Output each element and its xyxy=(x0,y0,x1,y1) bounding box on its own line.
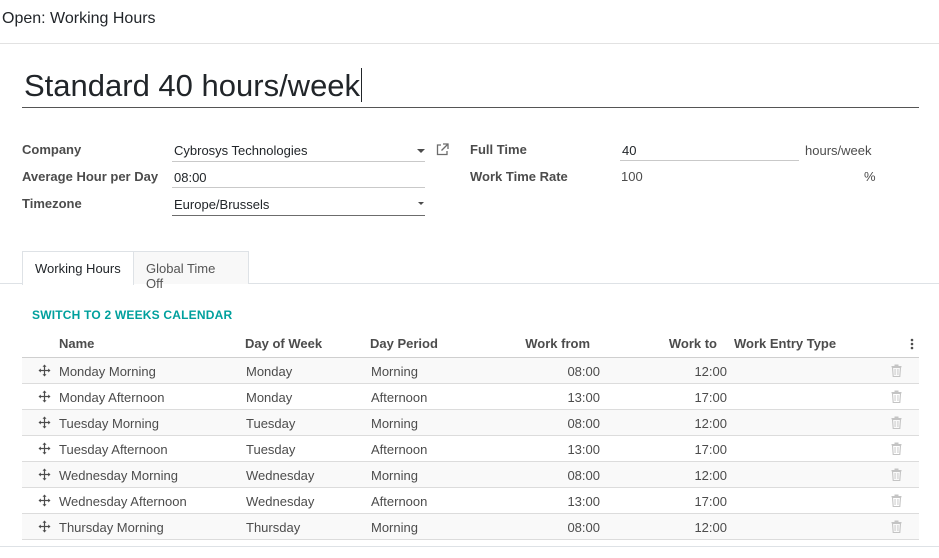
work-time-rate-unit: % xyxy=(864,169,876,184)
row-day-of-week: Wednesday xyxy=(246,468,315,483)
column-header-work-from[interactable]: Work from xyxy=(500,336,590,351)
row-work-to: 12:00 xyxy=(694,468,727,483)
table-row[interactable]: Monday Afternoon Monday Afternoon 13:00 17:0… xyxy=(22,384,919,410)
company-dropdown-caret-icon[interactable] xyxy=(417,149,425,153)
table-row[interactable]: Tuesday Morning Tuesday Morning 08:00 12:00 xyxy=(22,410,919,436)
trash-icon[interactable] xyxy=(891,468,902,482)
row-name: Wednesday Afternoon xyxy=(59,494,187,509)
table-row[interactable]: Wednesday Afternoon Wednesday Afternoon 13:… xyxy=(22,488,919,514)
row-day-period: Morning xyxy=(371,520,418,535)
row-name: Monday Afternoon xyxy=(59,390,165,405)
row-day-period: Morning xyxy=(371,364,418,379)
row-work-to: 12:00 xyxy=(694,520,727,535)
row-name: Monday Morning xyxy=(59,364,156,379)
average-hour-label: Average Hour per Day xyxy=(22,169,159,184)
row-work-to: 17:00 xyxy=(694,442,727,457)
full-time-underline xyxy=(620,160,799,161)
record-name-field[interactable]: Standard 40 hours/week xyxy=(22,66,919,108)
row-work-from: 08:00 xyxy=(567,364,600,379)
external-link-icon[interactable] xyxy=(436,143,449,156)
row-day-of-week: Monday xyxy=(246,364,293,379)
row-work-from: 08:00 xyxy=(567,520,600,535)
dialog-header: Open: Working Hours xyxy=(0,0,939,44)
switch-calendar-link[interactable]: SWITCH TO 2 WEEKS CALENDAR xyxy=(32,308,232,322)
drag-handle-icon[interactable] xyxy=(38,390,51,403)
timezone-underline xyxy=(172,215,425,216)
table-row[interactable]: Tuesday Afternoon Tuesday Afternoon 13:00 17… xyxy=(22,436,919,462)
row-day-of-week: Thursday xyxy=(246,520,301,535)
full-time-unit: hours/week xyxy=(805,143,872,158)
full-time-label: Full Time xyxy=(470,142,527,157)
company-field-underline xyxy=(172,161,425,162)
row-work-from: 13:00 xyxy=(567,442,600,457)
work-time-rate-value: 100 xyxy=(621,169,643,184)
row-name: Wednesday Morning xyxy=(59,468,178,483)
row-day-period: Morning xyxy=(371,468,418,483)
work-time-rate-label: Work Time Rate xyxy=(470,169,568,184)
row-work-from: 08:00 xyxy=(567,468,600,483)
table-row[interactable]: Wednesday Morning Wednesday Morning 08:00 12… xyxy=(22,462,919,488)
tab-global-time-off[interactable]: Global Time Off xyxy=(133,251,249,291)
drag-handle-icon[interactable] xyxy=(38,468,51,481)
tab-working-hours[interactable]: Working Hours xyxy=(22,251,134,285)
drag-handle-icon[interactable] xyxy=(38,442,51,455)
drag-handle-icon[interactable] xyxy=(38,416,51,429)
row-day-of-week: Tuesday xyxy=(246,442,296,457)
row-name: Tuesday Afternoon xyxy=(59,442,168,457)
trash-icon[interactable] xyxy=(891,494,902,508)
row-work-to: 12:00 xyxy=(694,416,727,431)
timezone-dropdown-caret-icon[interactable] xyxy=(418,202,424,205)
full-time-field[interactable]: 40 xyxy=(622,143,636,158)
company-field[interactable]: Cybrosys Technologies xyxy=(174,143,307,158)
table-row[interactable]: Thursday Morning Thursday Morning 08:00 12:0… xyxy=(22,514,919,540)
timezone-field[interactable]: Europe/Brussels xyxy=(174,197,269,212)
row-day-period: Afternoon xyxy=(371,390,428,405)
average-hour-underline xyxy=(172,187,425,188)
row-day-of-week: Wednesday xyxy=(246,494,315,509)
trash-icon[interactable] xyxy=(891,416,902,430)
column-header-work-to[interactable]: Work to xyxy=(640,336,717,351)
row-work-to: 17:00 xyxy=(694,390,727,405)
trash-icon[interactable] xyxy=(891,520,902,534)
row-day-of-week: Monday xyxy=(246,390,293,405)
row-name: Thursday Morning xyxy=(59,520,164,535)
row-day-period: Morning xyxy=(371,416,418,431)
column-header-day-period[interactable]: Day Period xyxy=(370,336,438,351)
row-work-from: 08:00 xyxy=(567,416,600,431)
row-name: Tuesday Morning xyxy=(59,416,159,431)
row-day-period: Afternoon xyxy=(371,442,428,457)
drag-handle-icon[interactable] xyxy=(38,494,51,507)
trash-icon[interactable] xyxy=(891,390,902,404)
row-work-from: 13:00 xyxy=(567,494,600,509)
timezone-label: Timezone xyxy=(22,196,82,211)
record-name-text: Standard 40 hours/week xyxy=(24,68,361,103)
row-work-from: 13:00 xyxy=(567,390,600,405)
row-work-to: 17:00 xyxy=(694,494,727,509)
table-row[interactable]: Monday Morning Monday Morning 08:00 12:00 xyxy=(22,358,919,384)
trash-icon[interactable] xyxy=(891,442,902,456)
optional-columns-kebab-icon[interactable] xyxy=(910,338,914,350)
average-hour-field[interactable]: 08:00 xyxy=(174,170,207,185)
drag-handle-icon[interactable] xyxy=(38,364,51,377)
row-day-period: Afternoon xyxy=(371,494,428,509)
dialog-footer-divider xyxy=(0,546,939,547)
drag-handle-icon[interactable] xyxy=(38,520,51,533)
column-header-day-of-week[interactable]: Day of Week xyxy=(245,336,322,351)
dialog-title: Open: Working Hours xyxy=(2,10,156,27)
column-header-name[interactable]: Name xyxy=(59,336,94,351)
company-label: Company xyxy=(22,142,82,157)
row-day-of-week: Tuesday xyxy=(246,416,296,431)
column-header-work-entry-type[interactable]: Work Entry Type xyxy=(734,336,836,351)
trash-icon[interactable] xyxy=(891,364,902,378)
text-cursor xyxy=(361,68,363,102)
row-work-to: 12:00 xyxy=(694,364,727,379)
